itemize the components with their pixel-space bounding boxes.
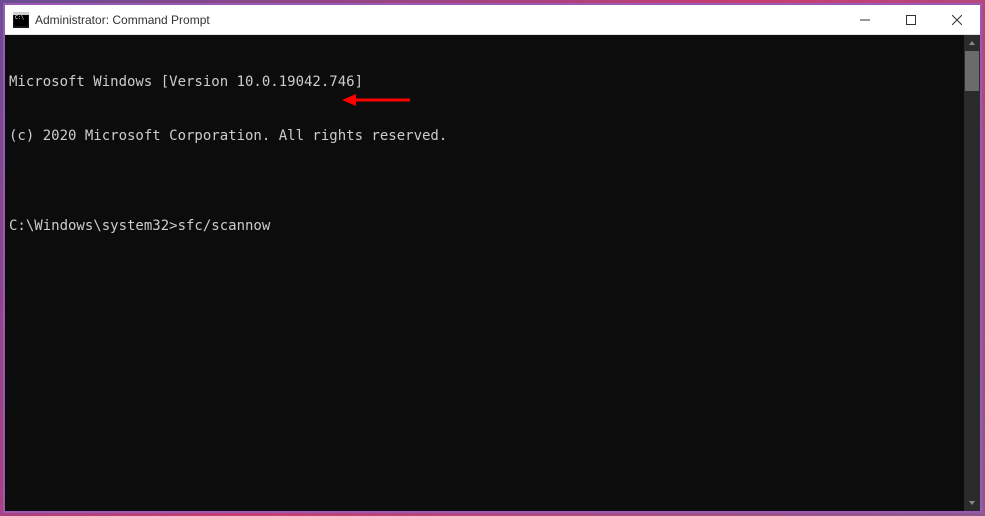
console-line: Microsoft Windows [Version 10.0.19042.74… <box>9 73 960 91</box>
close-button[interactable] <box>934 5 980 34</box>
typed-command: sfc/scannow <box>178 218 271 234</box>
window-title: Administrator: Command Prompt <box>35 13 842 27</box>
vertical-scrollbar[interactable] <box>964 35 980 511</box>
scroll-thumb[interactable] <box>965 51 979 91</box>
scroll-up-button[interactable] <box>964 35 980 51</box>
scroll-down-button[interactable] <box>964 495 980 511</box>
cmd-icon: C:\ <box>13 12 29 28</box>
console-output[interactable]: Microsoft Windows [Version 10.0.19042.74… <box>5 35 964 511</box>
console-area: Microsoft Windows [Version 10.0.19042.74… <box>5 35 980 511</box>
scroll-track[interactable] <box>964 51 980 495</box>
console-line: (c) 2020 Microsoft Corporation. All righ… <box>9 127 960 145</box>
minimize-button[interactable] <box>842 5 888 34</box>
titlebar[interactable]: C:\ Administrator: Command Prompt <box>5 5 980 35</box>
svg-text:C:\: C:\ <box>15 15 24 21</box>
window-controls <box>842 5 980 34</box>
maximize-button[interactable] <box>888 5 934 34</box>
command-prompt-window: C:\ Administrator: Command Prompt Micros… <box>3 3 982 513</box>
prompt-path: C:\Windows\system32> <box>9 218 178 234</box>
console-prompt-line: C:\Windows\system32>sfc/scannow <box>9 217 960 235</box>
